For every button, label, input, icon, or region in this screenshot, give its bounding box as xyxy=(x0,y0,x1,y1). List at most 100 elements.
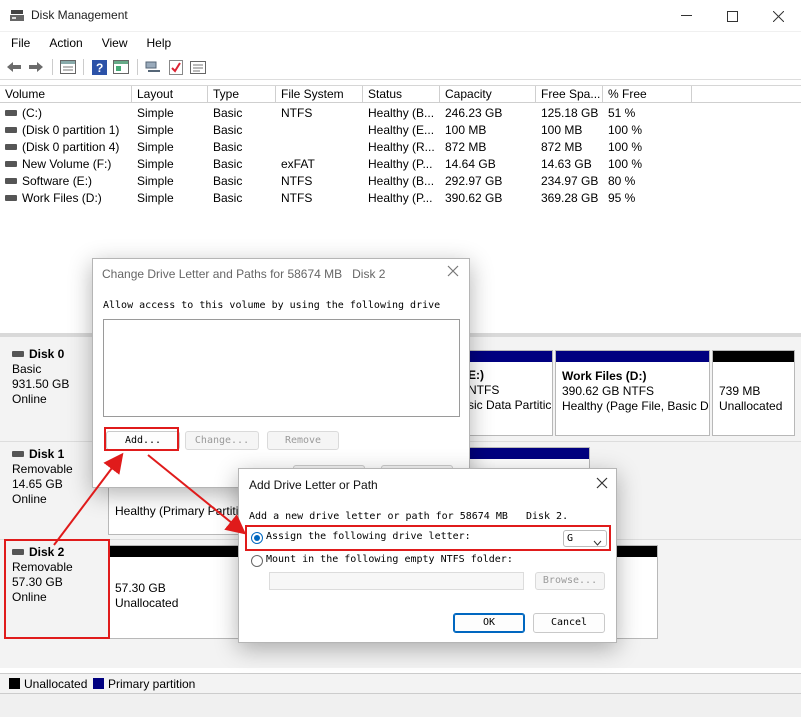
volume-cell: Healthy (P... xyxy=(368,157,433,171)
cancel-button[interactable]: Cancel xyxy=(533,613,605,633)
properties-icon[interactable] xyxy=(189,58,207,76)
disk-0-name: Disk 0 xyxy=(29,347,65,361)
mount-folder-label[interactable]: Mount in the following empty NTFS folder… xyxy=(266,554,513,565)
column-header-free-space[interactable]: Free Spa... xyxy=(536,86,603,103)
volume-cell: Basic xyxy=(213,140,243,154)
column-header-type[interactable]: Type xyxy=(208,86,276,103)
volume-cell: 234.97 GB xyxy=(541,174,599,188)
menu-help[interactable]: Help xyxy=(136,32,180,54)
disk-0-size: 931.50 GB xyxy=(12,377,70,391)
disk-1-size: 14.65 GB xyxy=(12,477,63,491)
list-view-icon[interactable] xyxy=(59,58,77,76)
ok-button[interactable]: OK xyxy=(453,613,525,633)
volume-cell xyxy=(276,139,363,156)
volume-row[interactable]: (Disk 0 partition 1) Simple Basic Healthy (… xyxy=(0,122,801,139)
volume-cell: 95 % xyxy=(608,191,636,205)
column-header-percent-free[interactable]: % Free xyxy=(603,86,692,103)
partition-bar xyxy=(556,351,709,362)
volume-cell: NTFS xyxy=(281,106,313,120)
toolbar-divider xyxy=(137,59,138,75)
change-button[interactable]: Change... xyxy=(185,431,259,450)
volume-cell: 100 MB xyxy=(541,123,583,137)
menu-action[interactable]: Action xyxy=(38,32,90,54)
dialog-prompt: Add a new drive letter or path for 58674… xyxy=(249,511,569,522)
volume-cell: Healthy (B... xyxy=(368,174,435,188)
forward-arrow-icon[interactable] xyxy=(27,58,45,76)
disk-1-info[interactable]: Disk 1 Removable 14.65 GB Online xyxy=(4,447,106,537)
connect-icon[interactable] xyxy=(144,58,162,76)
volume-name-cell: (Disk 0 partition 4) xyxy=(0,139,132,156)
volume-cell: Healthy (B... xyxy=(368,106,435,120)
disk-0-info[interactable]: Disk 0 Basic 931.50 GB Online xyxy=(4,347,106,437)
volume-cell: 14.64 GB xyxy=(445,157,496,171)
column-header-file-system[interactable]: File System xyxy=(276,86,363,103)
volume-row[interactable]: Software (E:) Simple Basic NTFS Healthy (B..… xyxy=(0,173,801,190)
close-icon[interactable] xyxy=(447,265,461,279)
volume-row[interactable]: Work Files (D:) Simple Basic NTFS Healthy (P… xyxy=(0,190,801,207)
column-header-capacity[interactable]: Capacity xyxy=(440,86,536,103)
disk-view-icon[interactable] xyxy=(112,58,130,76)
column-header-layout[interactable]: Layout xyxy=(132,86,208,103)
volume-cell: 390.62 GB xyxy=(445,191,503,205)
mount-folder-input[interactable] xyxy=(269,572,524,590)
maximize-button[interactable] xyxy=(709,0,755,32)
volume-cell: 100 MB xyxy=(445,123,487,137)
legend-unallocated: Unallocated xyxy=(24,677,88,691)
volume-cell: 100 % xyxy=(608,140,643,154)
volume-icon xyxy=(5,126,17,133)
volume-name-cell: New Volume (F:) xyxy=(0,156,132,173)
volume-cell: Basic xyxy=(213,191,243,205)
volume-row[interactable]: (Disk 0 partition 4) Simple Basic Healthy (… xyxy=(0,139,801,156)
back-arrow-icon[interactable] xyxy=(5,58,23,76)
partition-status: sic Data Partitic xyxy=(468,398,552,412)
close-icon[interactable] xyxy=(596,477,610,491)
volume-icon xyxy=(5,143,17,150)
partition-unallocated-disk0[interactable]: 739 MB Unallocated xyxy=(712,350,795,436)
volume-cell: NTFS xyxy=(281,191,313,205)
minimize-button[interactable] xyxy=(663,0,709,32)
volume-cell: Healthy (R... xyxy=(368,140,435,154)
dialog-prompt: Allow access to this volume by using the… xyxy=(103,300,441,311)
mount-folder-radio[interactable] xyxy=(251,555,263,567)
volume-cell: 125.18 GB xyxy=(541,106,599,120)
disk-2-highlight xyxy=(4,539,110,639)
partition-size: 739 MB xyxy=(719,384,761,398)
partition-status: Healthy (Page File, Basic Da xyxy=(562,399,709,413)
add-button-highlight xyxy=(104,427,179,451)
menu-view[interactable]: View xyxy=(91,32,136,54)
remove-button[interactable]: Remove xyxy=(267,431,339,450)
column-header-volume[interactable]: Volume xyxy=(0,86,132,103)
disk-1-type: Removable xyxy=(12,462,73,476)
dialog-title: Add Drive Letter or Path xyxy=(249,478,378,492)
partition-bar xyxy=(466,351,552,362)
volume-icon xyxy=(5,109,17,116)
menu-bar: File Action View Help xyxy=(0,32,801,54)
menu-file[interactable]: File xyxy=(0,32,38,54)
partition-info: NTFS xyxy=(468,383,500,397)
disk-1-name: Disk 1 xyxy=(29,447,65,461)
check-icon[interactable] xyxy=(167,58,185,76)
partition-bar xyxy=(469,448,589,459)
help-icon[interactable]: ? xyxy=(90,58,108,76)
close-button[interactable] xyxy=(755,0,801,32)
toolbar-divider xyxy=(83,59,84,75)
volume-row[interactable]: New Volume (F:) Simple Basic exFAT Healthy (… xyxy=(0,156,801,173)
partition-bar xyxy=(713,351,794,362)
partition-work-files-d[interactable]: Work Files (D:) 390.62 GB NTFS Healthy (… xyxy=(555,350,710,436)
volume-cell: 369.28 GB xyxy=(541,191,599,205)
drive-paths-list[interactable] xyxy=(103,319,460,417)
volume-name-cell: (C:) xyxy=(0,105,132,122)
volume-name-cell: Software (E:) xyxy=(0,173,132,190)
partition-software-e[interactable]: E:) NTFS sic Data Partitic xyxy=(465,350,553,436)
browse-button[interactable]: Browse... xyxy=(535,572,605,590)
volume-cell: Simple xyxy=(137,157,174,171)
volume-cell: Simple xyxy=(137,140,174,154)
volume-cell: 872 MB xyxy=(541,140,583,154)
disk-0-status: Online xyxy=(12,392,47,406)
volume-name-cell: (Disk 0 partition 1) xyxy=(0,122,132,139)
volume-name-cell: Work Files (D:) xyxy=(0,190,132,207)
volume-cell: Simple xyxy=(137,123,174,137)
volume-row[interactable]: (C:) Simple Basic NTFS Healthy (B... 246.23 G… xyxy=(0,105,801,122)
column-header-status[interactable]: Status xyxy=(363,86,440,103)
partition-title: Work Files (D:) xyxy=(562,369,647,383)
